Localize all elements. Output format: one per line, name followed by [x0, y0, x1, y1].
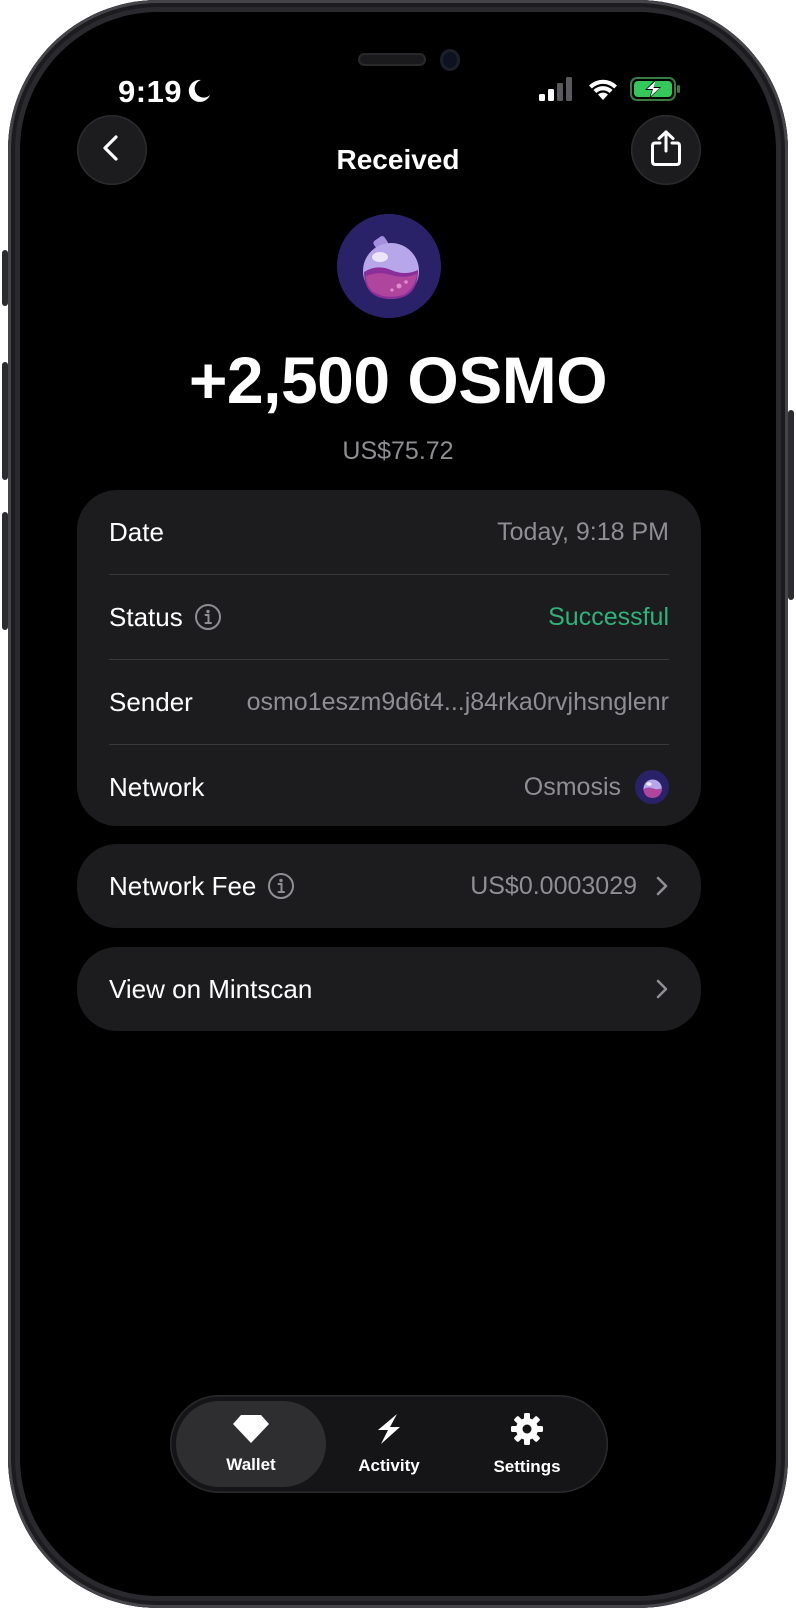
osmosis-token-icon [337, 214, 441, 318]
view-on-mintscan-content: View on Mintscan [109, 947, 669, 1031]
tab-bar: Wallet Activity Settings [170, 1395, 608, 1493]
lightning-icon [373, 1413, 405, 1450]
moon-icon [186, 78, 212, 109]
tab-activity[interactable]: Activity [314, 1401, 464, 1487]
tab-settings-label: Settings [493, 1456, 561, 1476]
tab-settings[interactable]: Settings [452, 1401, 602, 1487]
wifi-icon [586, 76, 620, 107]
share-button[interactable] [631, 115, 701, 185]
view-on-mintscan-label: View on Mintscan [109, 973, 313, 1004]
signal-icon [538, 76, 576, 107]
status-bar-time: 9:19 [118, 74, 183, 109]
date-label: Date [109, 516, 164, 547]
details-card: Date Today, 9:18 PM Status Successful Se… [77, 490, 701, 826]
gear-icon [510, 1412, 544, 1451]
fiat-value: US$75.72 [342, 437, 454, 465]
volume-up-button [2, 362, 8, 480]
volume-down-button [2, 512, 8, 630]
tab-wallet[interactable]: Wallet [176, 1401, 326, 1487]
network-fee-value: US$0.0003029 [470, 871, 637, 900]
status-value: Successful [548, 602, 669, 631]
view-on-mintscan-button[interactable]: View on Mintscan [77, 947, 701, 1031]
network-fee-content: Network Fee US$0.0003029 [109, 844, 669, 928]
chevron-right-icon [655, 978, 669, 1000]
status-label-group: Status [109, 602, 222, 633]
sender-row: Sender osmo1eszm9d6t4...j84rka0rvjhsngle… [109, 659, 669, 744]
front-camera [440, 49, 460, 71]
date-value: Today, 9:18 PM [497, 517, 669, 546]
screen: 9:19 Received +2,500 OSMO US$75.72 Date … [20, 12, 776, 1596]
network-fee-label: Network Fee [109, 870, 257, 901]
status-row: Status Successful [109, 574, 669, 659]
action-button [2, 250, 8, 306]
network-value: Osmosis [523, 772, 621, 801]
tab-wallet-label: Wallet [226, 1454, 276, 1474]
osmosis-network-icon [635, 770, 669, 804]
status-label: Status [109, 601, 183, 632]
info-icon[interactable] [194, 603, 222, 631]
diamond-icon [232, 1414, 270, 1449]
tab-activity-label: Activity [358, 1455, 420, 1475]
chevron-right-icon [655, 875, 669, 897]
date-row: Date Today, 9:18 PM [109, 490, 669, 574]
transaction-amount: +2,500 OSMO [188, 343, 608, 417]
info-icon[interactable] [267, 872, 295, 900]
battery-charging-icon [630, 76, 682, 107]
network-value-group: Osmosis [524, 770, 669, 804]
network-row: Network Osmosis [109, 744, 669, 829]
power-button [788, 410, 794, 600]
network-fee-value-group: US$0.0003029 [470, 872, 669, 901]
network-fee-row[interactable]: Network Fee US$0.0003029 [77, 844, 701, 928]
share-icon [649, 129, 683, 172]
network-label: Network [109, 771, 205, 802]
sender-address[interactable]: osmo1eszm9d6t4...j84rka0rvjhsnglenr [247, 688, 669, 717]
earpiece-speaker [358, 53, 426, 66]
sender-label: Sender [109, 686, 193, 717]
network-fee-label-group: Network Fee [109, 871, 295, 902]
